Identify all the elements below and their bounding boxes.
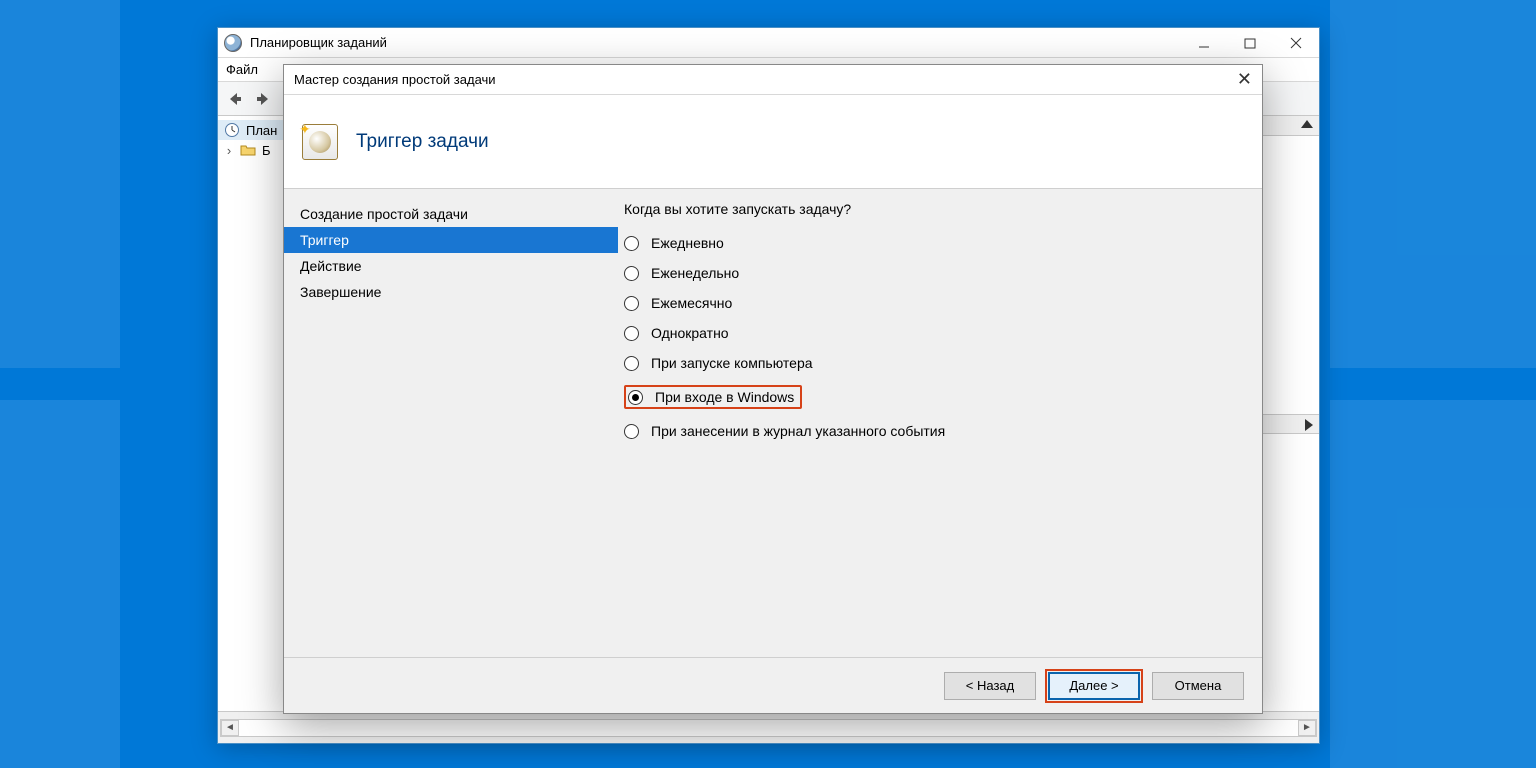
back-arrow-icon[interactable] <box>224 88 246 110</box>
wallpaper-quad-top-right <box>1330 0 1536 368</box>
option-monthly-label: Ежемесячно <box>651 295 732 311</box>
right-panel <box>1259 116 1319 711</box>
option-event[interactable]: При занесении в журнал указанного событи… <box>624 423 1238 439</box>
create-task-wizard: Мастер создания простой задачи ✕ ✦ Тригг… <box>283 64 1263 714</box>
nav-action[interactable]: Действие <box>284 253 618 279</box>
radio-icon <box>624 266 639 281</box>
folder-icon <box>240 142 256 158</box>
option-weekly[interactable]: Еженедельно <box>624 265 1238 281</box>
option-startup[interactable]: При запуске компьютера <box>624 355 1238 371</box>
radio-icon <box>624 236 639 251</box>
option-startup-label: При запуске компьютера <box>651 355 813 371</box>
forward-arrow-icon[interactable] <box>252 88 274 110</box>
collapse-up-icon <box>1301 120 1313 128</box>
wizard-footer: < Назад Далее > Отмена <box>284 657 1262 713</box>
wallpaper-quad-bottom-left <box>0 400 120 768</box>
highlight-box: При входе в Windows <box>624 385 802 409</box>
radio-icon <box>624 356 639 371</box>
close-button[interactable] <box>1273 28 1319 58</box>
option-once-label: Однократно <box>651 325 729 341</box>
menu-file[interactable]: Файл <box>226 62 258 77</box>
option-monthly[interactable]: Ежемесячно <box>624 295 1238 311</box>
tree-child-label: Б <box>262 143 271 158</box>
wizard-header: ✦ Триггер задачи <box>284 95 1262 189</box>
nav-trigger[interactable]: Триггер <box>284 227 618 253</box>
radio-icon <box>628 390 643 405</box>
minimize-button[interactable] <box>1181 28 1227 58</box>
wizard-content: Когда вы хотите запускать задачу? Ежедне… <box>618 189 1262 657</box>
next-button[interactable]: Далее > <box>1048 672 1140 700</box>
option-logon[interactable]: При входе в Windows <box>624 385 1238 409</box>
horizontal-scrollbar[interactable]: ◄ ► <box>220 719 1317 737</box>
scroll-left-icon[interactable]: ◄ <box>221 720 239 736</box>
scroll-right-icon[interactable]: ► <box>1298 720 1316 736</box>
option-daily[interactable]: Ежедневно <box>624 235 1238 251</box>
close-icon[interactable]: ✕ <box>1237 69 1252 90</box>
clock-icon <box>224 122 240 138</box>
cancel-button[interactable]: Отмена <box>1152 672 1244 700</box>
radio-icon <box>624 296 639 311</box>
back-button[interactable]: < Назад <box>944 672 1036 700</box>
app-icon <box>224 34 242 52</box>
option-weekly-label: Еженедельно <box>651 265 739 281</box>
nav-create[interactable]: Создание простой задачи <box>284 201 618 227</box>
window-title: Планировщик заданий <box>250 35 387 50</box>
wallpaper-quad-top-left <box>0 0 120 368</box>
radio-icon <box>624 326 639 341</box>
option-daily-label: Ежедневно <box>651 235 724 251</box>
wizard-titlebar[interactable]: Мастер создания простой задачи ✕ <box>284 65 1262 95</box>
maximize-button[interactable] <box>1227 28 1273 58</box>
expander-icon[interactable]: › <box>224 143 234 158</box>
option-logon-label: При входе в Windows <box>655 389 794 405</box>
radio-icon <box>624 424 639 439</box>
wizard-heading: Триггер задачи <box>356 131 489 153</box>
wizard-header-icon: ✦ <box>302 124 338 160</box>
titlebar[interactable]: Планировщик заданий <box>218 28 1319 58</box>
wallpaper-quad-bottom-right <box>1330 400 1536 768</box>
option-once[interactable]: Однократно <box>624 325 1238 341</box>
wizard-nav: Создание простой задачи Триггер Действие… <box>284 189 618 657</box>
prompt-label: Когда вы хотите запускать задачу? <box>624 201 1238 217</box>
wizard-title: Мастер создания простой задачи <box>294 72 496 87</box>
expand-right-icon[interactable] <box>1305 419 1313 431</box>
option-event-label: При занесении в журнал указанного событи… <box>651 423 945 439</box>
nav-finish[interactable]: Завершение <box>284 279 618 305</box>
panel-header[interactable] <box>1260 116 1319 136</box>
statusbar: ◄ ► <box>218 711 1319 743</box>
tree-root-label: План <box>246 123 277 138</box>
